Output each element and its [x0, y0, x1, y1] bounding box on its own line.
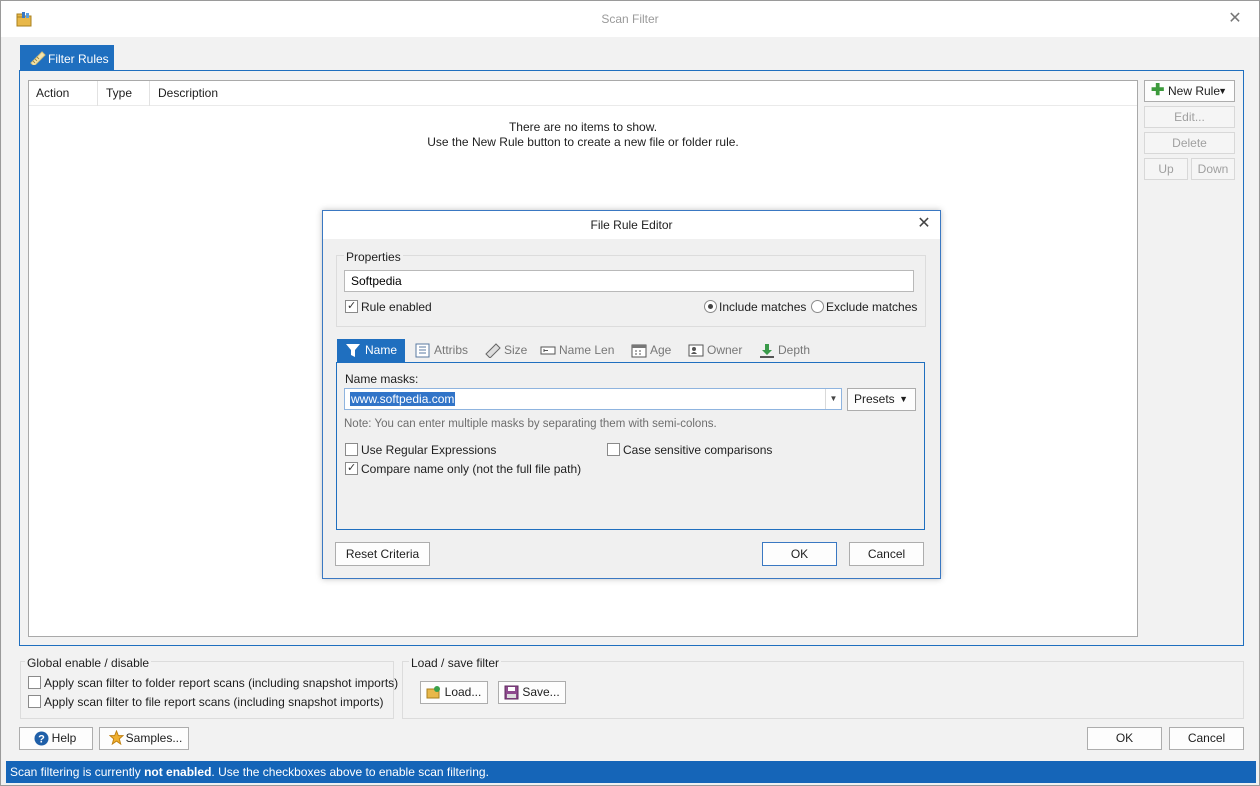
- empty-message-line-2: Use the New Rule button to create a new …: [427, 135, 739, 149]
- file-rule-editor-dialog: File Rule Editor ✕ Properties Rule enabl…: [322, 210, 941, 579]
- window-title: Scan Filter: [601, 12, 659, 26]
- tab-age-label: Age: [650, 343, 672, 357]
- calendar-icon: [631, 344, 647, 358]
- compare-name-only-label: Compare name only (not the full file pat…: [361, 462, 582, 476]
- radio-dot[interactable]: [811, 300, 824, 313]
- tab-name-len-label: Name Len: [559, 343, 615, 357]
- masks-note: Note: You can enter multiple masks by se…: [344, 418, 717, 430]
- dialog-cancel-button[interactable]: Cancel: [849, 542, 924, 566]
- checkbox-box[interactable]: [607, 443, 620, 456]
- tab-size-label: Size: [504, 343, 528, 357]
- tab-owner-label: Owner: [707, 343, 743, 357]
- samples-button[interactable]: Samples...: [99, 727, 189, 750]
- title-bar: Scan Filter ✕: [1, 1, 1259, 37]
- tab-name[interactable]: Name: [337, 339, 405, 363]
- folder-open-icon: [426, 686, 440, 699]
- dialog-title: File Rule Editor: [590, 218, 673, 232]
- new-rule-button[interactable]: ✚ New Rule ▼: [1144, 80, 1235, 102]
- checkbox-box[interactable]: [345, 299, 358, 313]
- folder-scans-label: Apply scan filter to folder report scans…: [44, 676, 399, 690]
- tab-owner[interactable]: Owner: [688, 339, 742, 363]
- help-button[interactable]: ? Help: [19, 727, 93, 750]
- use-regex-label: Use Regular Expressions: [361, 443, 497, 457]
- status-emphasis: not enabled: [144, 765, 212, 779]
- tab-age[interactable]: Age: [631, 339, 671, 363]
- rules-list-header: Action Type Description: [29, 81, 1137, 106]
- new-rule-label: New Rule: [1168, 84, 1221, 98]
- attribs-list-icon: [415, 343, 430, 358]
- dropdown-arrow-icon: ▼: [899, 394, 908, 404]
- global-enable-group: Global enable / disable: [20, 656, 394, 719]
- load-label: Load...: [444, 685, 482, 699]
- load-save-title: Load / save filter: [409, 656, 502, 670]
- cancel-button[interactable]: Cancel: [1169, 727, 1244, 750]
- plus-icon: ✚: [1151, 82, 1165, 99]
- save-label: Save...: [522, 685, 560, 699]
- dialog-ok-button[interactable]: OK: [762, 542, 837, 566]
- edit-button[interactable]: Edit...: [1144, 106, 1235, 128]
- checkbox-box[interactable]: [28, 695, 41, 708]
- load-button[interactable]: Load...: [420, 681, 488, 704]
- presets-label: Presets: [854, 392, 895, 406]
- help-icon: ?: [34, 731, 49, 746]
- radio-dot[interactable]: [704, 300, 717, 313]
- up-button[interactable]: Up: [1144, 158, 1188, 180]
- svg-text:?: ?: [38, 734, 45, 746]
- dialog-close-icon[interactable]: ✕: [914, 214, 934, 234]
- down-button[interactable]: Down: [1191, 158, 1235, 180]
- floppy-disk-icon: [504, 685, 519, 700]
- dropdown-arrow-icon: ▼: [1218, 86, 1227, 96]
- scan-filter-window: Scan Filter ✕ Filter Rules Action Type D…: [0, 0, 1260, 786]
- window-close-icon[interactable]: ✕: [1225, 9, 1245, 29]
- star-icon: [109, 730, 124, 745]
- tab-attribs[interactable]: Attribs: [415, 339, 468, 363]
- ruler-icon: [485, 343, 501, 358]
- include-matches-label: Include matches: [719, 300, 807, 314]
- name-filter-icon: [346, 344, 360, 357]
- tab-filter-rules[interactable]: Filter Rules: [20, 45, 114, 71]
- tab-depth-label: Depth: [778, 343, 811, 357]
- case-sensitive-label: Case sensitive comparisons: [623, 443, 773, 457]
- owner-card-icon: [688, 344, 704, 357]
- criteria-tabs: Name Attribs Size Name Len Age Owner Dep…: [336, 336, 926, 363]
- checkbox-box[interactable]: [345, 461, 358, 475]
- dialog-title-bar: File Rule Editor ✕: [323, 211, 940, 239]
- reset-criteria-button[interactable]: Reset Criteria: [335, 542, 430, 566]
- depth-arrow-icon: [760, 344, 774, 358]
- rule-name-input[interactable]: [344, 270, 914, 292]
- rule-enabled-label: Rule enabled: [361, 300, 432, 314]
- tab-attribs-label: Attribs: [434, 343, 469, 357]
- column-header-type[interactable]: Type: [99, 81, 150, 106]
- column-header-action[interactable]: Action: [29, 81, 98, 106]
- status-suffix: . Use the checkboxes above to enable sca…: [211, 765, 489, 779]
- save-button[interactable]: Save...: [498, 681, 566, 704]
- ruler-pencil-icon: [30, 51, 46, 65]
- tab-name-len[interactable]: Name Len: [540, 339, 614, 363]
- global-enable-title: Global enable / disable: [25, 656, 152, 670]
- column-header-description[interactable]: Description: [151, 81, 351, 106]
- ok-button[interactable]: OK: [1087, 727, 1162, 750]
- presets-button[interactable]: Presets ▼: [847, 388, 916, 411]
- text-length-icon: [540, 346, 556, 355]
- name-masks-label: Name masks:: [345, 372, 419, 386]
- status-bar: Scan filtering is currently not enabled.…: [6, 761, 1256, 783]
- status-prefix: Scan filtering is currently: [10, 765, 145, 779]
- empty-list-message: There are no items to show. Use the New …: [29, 120, 1137, 150]
- name-masks-combobox[interactable]: www.softpedia.com ▼: [344, 388, 842, 410]
- delete-button[interactable]: Delete: [1144, 132, 1235, 154]
- exclude-matches-label: Exclude matches: [826, 300, 918, 314]
- samples-label: Samples...: [125, 731, 183, 745]
- help-label: Help: [51, 731, 77, 745]
- chevron-down-icon[interactable]: ▼: [825, 389, 841, 409]
- properties-title: Properties: [344, 250, 403, 264]
- checkbox-box[interactable]: [345, 443, 358, 456]
- tab-filter-rules-label: Filter Rules: [48, 52, 109, 66]
- file-scans-label: Apply scan filter to file report scans (…: [44, 695, 384, 709]
- tab-size[interactable]: Size: [485, 339, 527, 363]
- tab-depth[interactable]: Depth: [759, 339, 810, 363]
- empty-message-line-1: There are no items to show.: [508, 120, 658, 134]
- name-mask-value[interactable]: www.softpedia.com: [350, 392, 456, 406]
- checkbox-box[interactable]: [28, 676, 41, 689]
- tab-name-label: Name: [365, 343, 398, 357]
